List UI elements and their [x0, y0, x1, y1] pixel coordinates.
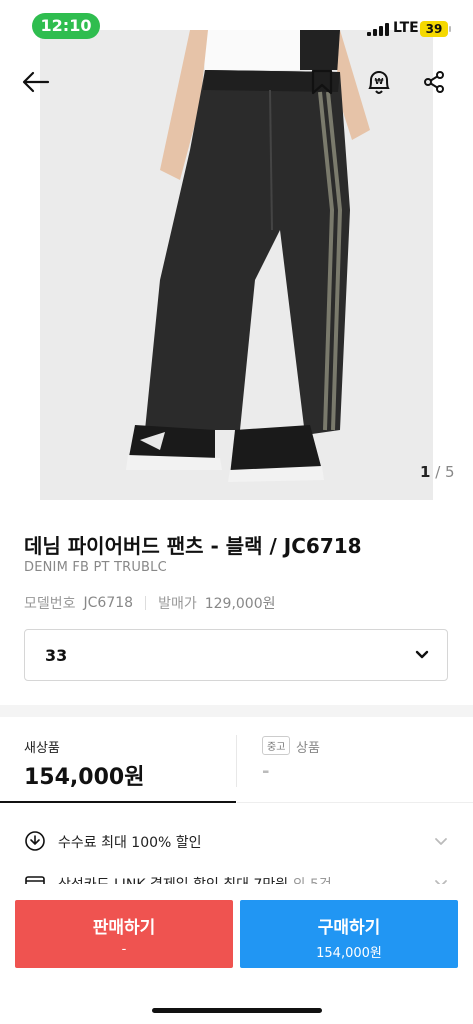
sell-button-label: 판매하기 [92, 918, 156, 938]
back-button[interactable] [16, 62, 56, 102]
meta-divider [145, 596, 147, 610]
gallery-total: 5 [445, 463, 455, 481]
benefit-main: 수수료 최대 100% 할인 [58, 835, 202, 851]
product-title: 데님 파이어버드 팬츠 - 블랙 / JC6718 [24, 534, 362, 558]
benefit-fee-discount[interactable]: 수수료 최대 100% 할인 [0, 820, 473, 860]
benefit-text: 수수료 최대 100% 할인 [58, 832, 202, 852]
model-number-label: 모델번호 [24, 596, 76, 612]
tab-used-label: 상품 [296, 741, 320, 756]
release-price-label: 발매가 [158, 596, 197, 612]
svg-text:₩: ₩ [375, 77, 384, 86]
bookmark-button[interactable] [302, 62, 342, 102]
tab-new-price: 154,000원 [24, 765, 145, 790]
product-subtitle: DENIM FB PT TRUBLC [24, 560, 167, 575]
sell-button[interactable]: 판매하기 - [15, 900, 233, 968]
used-badge: 중고 [262, 736, 291, 755]
product-meta: 모델번호 JC6718 발매가 129,000원 [24, 593, 276, 613]
gallery-counter: 1 / 5 [420, 463, 455, 481]
discount-circle-icon [25, 831, 45, 851]
arrow-left-icon [22, 71, 50, 93]
size-select[interactable]: 33 [24, 629, 448, 681]
sell-button-price: - [121, 942, 127, 957]
signal-icon [367, 23, 389, 36]
release-price-value: 129,000원 [204, 596, 276, 612]
tab-used-price: - [262, 761, 270, 782]
bottom-action-bar: 판매하기 - 구매하기 154,000원 [0, 884, 473, 1024]
home-indicator[interactable] [152, 1008, 322, 1013]
bookmark-icon [311, 69, 333, 95]
chevron-down-icon [435, 838, 447, 845]
share-button[interactable] [414, 62, 454, 102]
section-divider [0, 705, 473, 717]
gallery-current: 1 [420, 463, 431, 481]
tab-used-product[interactable]: 중고 상품 - [237, 717, 473, 803]
status-bar: 12:10 LTE 39 [0, 0, 473, 50]
product-image-gallery[interactable]: ₩ 1 / 5 [0, 0, 473, 500]
buy-button-label: 구매하기 [317, 918, 381, 938]
battery-icon: 39 [420, 21, 451, 37]
price-tabs: 새상품 154,000원 중고 상품 - [0, 717, 473, 803]
gallery-separator: / [430, 463, 446, 481]
model-number-value: JC6718 [83, 595, 134, 611]
buy-button[interactable]: 구매하기 154,000원 [240, 900, 458, 968]
status-time: 12:10 [32, 13, 100, 39]
network-type: LTE [393, 20, 419, 36]
won-bell-icon: ₩ [368, 71, 390, 94]
tab-new-label: 새상품 [24, 741, 60, 756]
size-select-value: 33 [45, 645, 68, 665]
price-alert-button[interactable]: ₩ [359, 62, 399, 102]
chevron-down-icon [415, 650, 429, 659]
share-icon [424, 71, 444, 93]
tab-new-product[interactable]: 새상품 154,000원 [0, 717, 236, 803]
buy-button-price: 154,000원 [316, 946, 382, 961]
